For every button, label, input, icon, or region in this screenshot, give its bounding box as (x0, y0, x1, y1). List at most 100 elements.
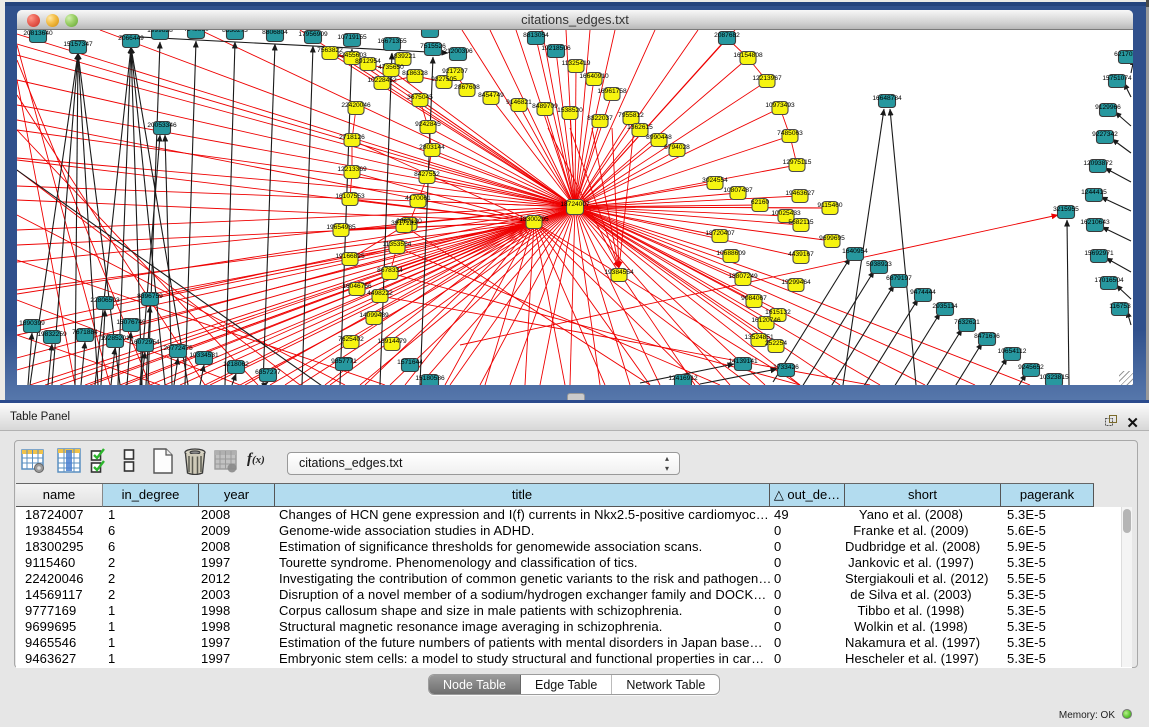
svg-text:18724007: 18724007 (560, 201, 590, 208)
svg-text:2935114: 2935114 (932, 303, 958, 310)
svg-text:9129966: 9129966 (1095, 104, 1121, 111)
svg-text:2718126: 2718126 (339, 134, 365, 141)
svg-text:9327505: 9327505 (431, 76, 457, 83)
svg-text:18720407: 18720407 (705, 230, 735, 237)
svg-text:15076749: 15076749 (116, 319, 146, 326)
svg-text:10228452: 10228452 (367, 77, 397, 84)
svg-text:1733426: 1733426 (773, 364, 799, 371)
svg-text:9146821: 9146821 (506, 99, 532, 106)
svg-text:16053809: 16053809 (415, 30, 445, 32)
svg-text:7632621: 7632621 (954, 319, 980, 326)
svg-text:116753: 116753 (1109, 303, 1131, 310)
svg-text:9217207: 9217207 (442, 68, 468, 75)
svg-text:15751074: 15751074 (1102, 75, 1132, 82)
svg-text:20053346: 20053346 (147, 122, 177, 129)
svg-text:6879197: 6879197 (886, 275, 912, 282)
svg-text:4498222: 4498222 (367, 290, 393, 297)
svg-text:3675045: 3675045 (407, 94, 433, 101)
svg-text:15180586: 15180586 (415, 375, 445, 382)
svg-text:7671884: 7671884 (72, 329, 98, 336)
svg-text:1571644: 1571644 (397, 359, 423, 366)
svg-text:12416912: 12416912 (668, 375, 698, 382)
svg-text:8396759: 8396759 (137, 293, 163, 300)
svg-text:18300295: 18300295 (519, 216, 549, 223)
svg-text:8186328: 8186328 (402, 70, 428, 77)
svg-text:2087682: 2087682 (714, 32, 740, 39)
svg-text:4143890: 4143890 (183, 30, 209, 33)
svg-text:8471676: 8471676 (974, 333, 1000, 340)
svg-text:2803144: 2803144 (419, 144, 445, 151)
svg-text:7515526: 7515526 (420, 43, 446, 50)
svg-text:6217026: 6217026 (1114, 51, 1133, 58)
svg-text:10025433: 10025433 (771, 210, 801, 217)
svg-text:15692971: 15692971 (1084, 250, 1114, 257)
svg-text:9699695: 9699695 (819, 235, 845, 242)
svg-text:8990448: 8990448 (646, 134, 672, 141)
svg-text:62160: 62160 (751, 199, 770, 206)
svg-text:16640910: 16640910 (579, 73, 609, 80)
svg-text:19285201: 19285201 (100, 335, 130, 342)
svg-text:8336273: 8336273 (222, 30, 248, 34)
svg-text:10654112: 10654112 (998, 348, 1027, 355)
svg-text:10973493: 10973493 (765, 102, 795, 109)
svg-text:12093872: 12093872 (1083, 160, 1113, 167)
svg-text:14139141: 14139141 (728, 358, 758, 365)
svg-text:8454749: 8454749 (478, 92, 504, 99)
svg-text:17956909: 17956909 (298, 31, 328, 38)
svg-text:5938923: 5938923 (866, 261, 892, 268)
svg-text:22420046: 22420046 (341, 102, 371, 109)
svg-text:16914479: 16914479 (377, 338, 407, 345)
svg-text:16210643: 16210643 (1080, 219, 1110, 226)
svg-text:1538520: 1538520 (557, 107, 583, 114)
svg-text:19654985: 19654985 (326, 224, 356, 231)
svg-text:10688609: 10688609 (716, 250, 746, 257)
svg-text:10719155: 10719155 (337, 34, 367, 41)
svg-text:20772475: 20772475 (163, 345, 193, 352)
svg-text:3024554: 3024554 (702, 177, 728, 184)
svg-text:12975115: 12975115 (783, 159, 812, 166)
svg-text:11325419: 11325419 (562, 60, 591, 67)
svg-text:19832259: 19832259 (37, 331, 67, 338)
svg-text:15157347: 15157347 (63, 41, 93, 48)
svg-text:19218506: 19218506 (541, 45, 571, 52)
svg-text:3215955: 3215955 (1053, 206, 1079, 213)
svg-text:17016504: 17016504 (1094, 277, 1124, 284)
svg-text:1362615: 1362615 (627, 124, 653, 131)
svg-text:11353554: 11353554 (383, 241, 412, 248)
svg-text:3917183: 3917183 (391, 220, 417, 227)
svg-text:8322037: 8322037 (587, 115, 613, 122)
svg-text:16671355: 16671355 (377, 38, 407, 45)
svg-text:6357277: 6357277 (255, 369, 281, 376)
svg-text:1999828: 1999828 (147, 30, 173, 34)
svg-text:7955812: 7955812 (618, 112, 644, 119)
svg-text:8806804: 8806804 (262, 30, 288, 36)
svg-text:16154808: 16154808 (733, 52, 763, 59)
svg-text:9474444: 9474444 (910, 289, 936, 296)
svg-text:1615132: 1615132 (765, 309, 791, 316)
svg-text:7485063: 7485063 (777, 130, 803, 137)
svg-text:252254: 252254 (765, 340, 787, 347)
svg-text:19299464: 19299464 (781, 279, 811, 286)
svg-text:1839221: 1839221 (390, 53, 416, 60)
svg-text:8427552: 8427552 (414, 171, 440, 178)
svg-text:9242845: 9242845 (415, 121, 441, 128)
svg-text:12213967: 12213967 (752, 75, 782, 82)
svg-text:20813640: 20813640 (23, 30, 53, 37)
svg-text:12213369: 12213369 (337, 166, 367, 173)
svg-text:2867608: 2867608 (454, 84, 480, 91)
svg-text:8678334: 8678334 (377, 267, 403, 274)
svg-text:16107553: 16107553 (335, 193, 365, 200)
svg-text:16648784: 16648784 (872, 95, 902, 102)
svg-text:22806503: 22806503 (90, 297, 120, 304)
svg-text:6794028: 6794028 (664, 144, 690, 151)
svg-text:16961758: 16961758 (597, 88, 627, 95)
svg-text:16120746: 16120746 (751, 317, 781, 324)
svg-text:4170061: 4170061 (405, 195, 431, 202)
svg-text:8489709: 8489709 (532, 103, 558, 110)
svg-text:9857771: 9857771 (331, 358, 357, 365)
svg-text:16046756: 16046756 (342, 283, 372, 290)
svg-text:9115460: 9115460 (817, 202, 843, 209)
svg-text:14099489: 14099489 (359, 312, 389, 319)
svg-text:4439167: 4439167 (788, 251, 814, 258)
svg-text:19384554: 19384554 (604, 269, 634, 276)
